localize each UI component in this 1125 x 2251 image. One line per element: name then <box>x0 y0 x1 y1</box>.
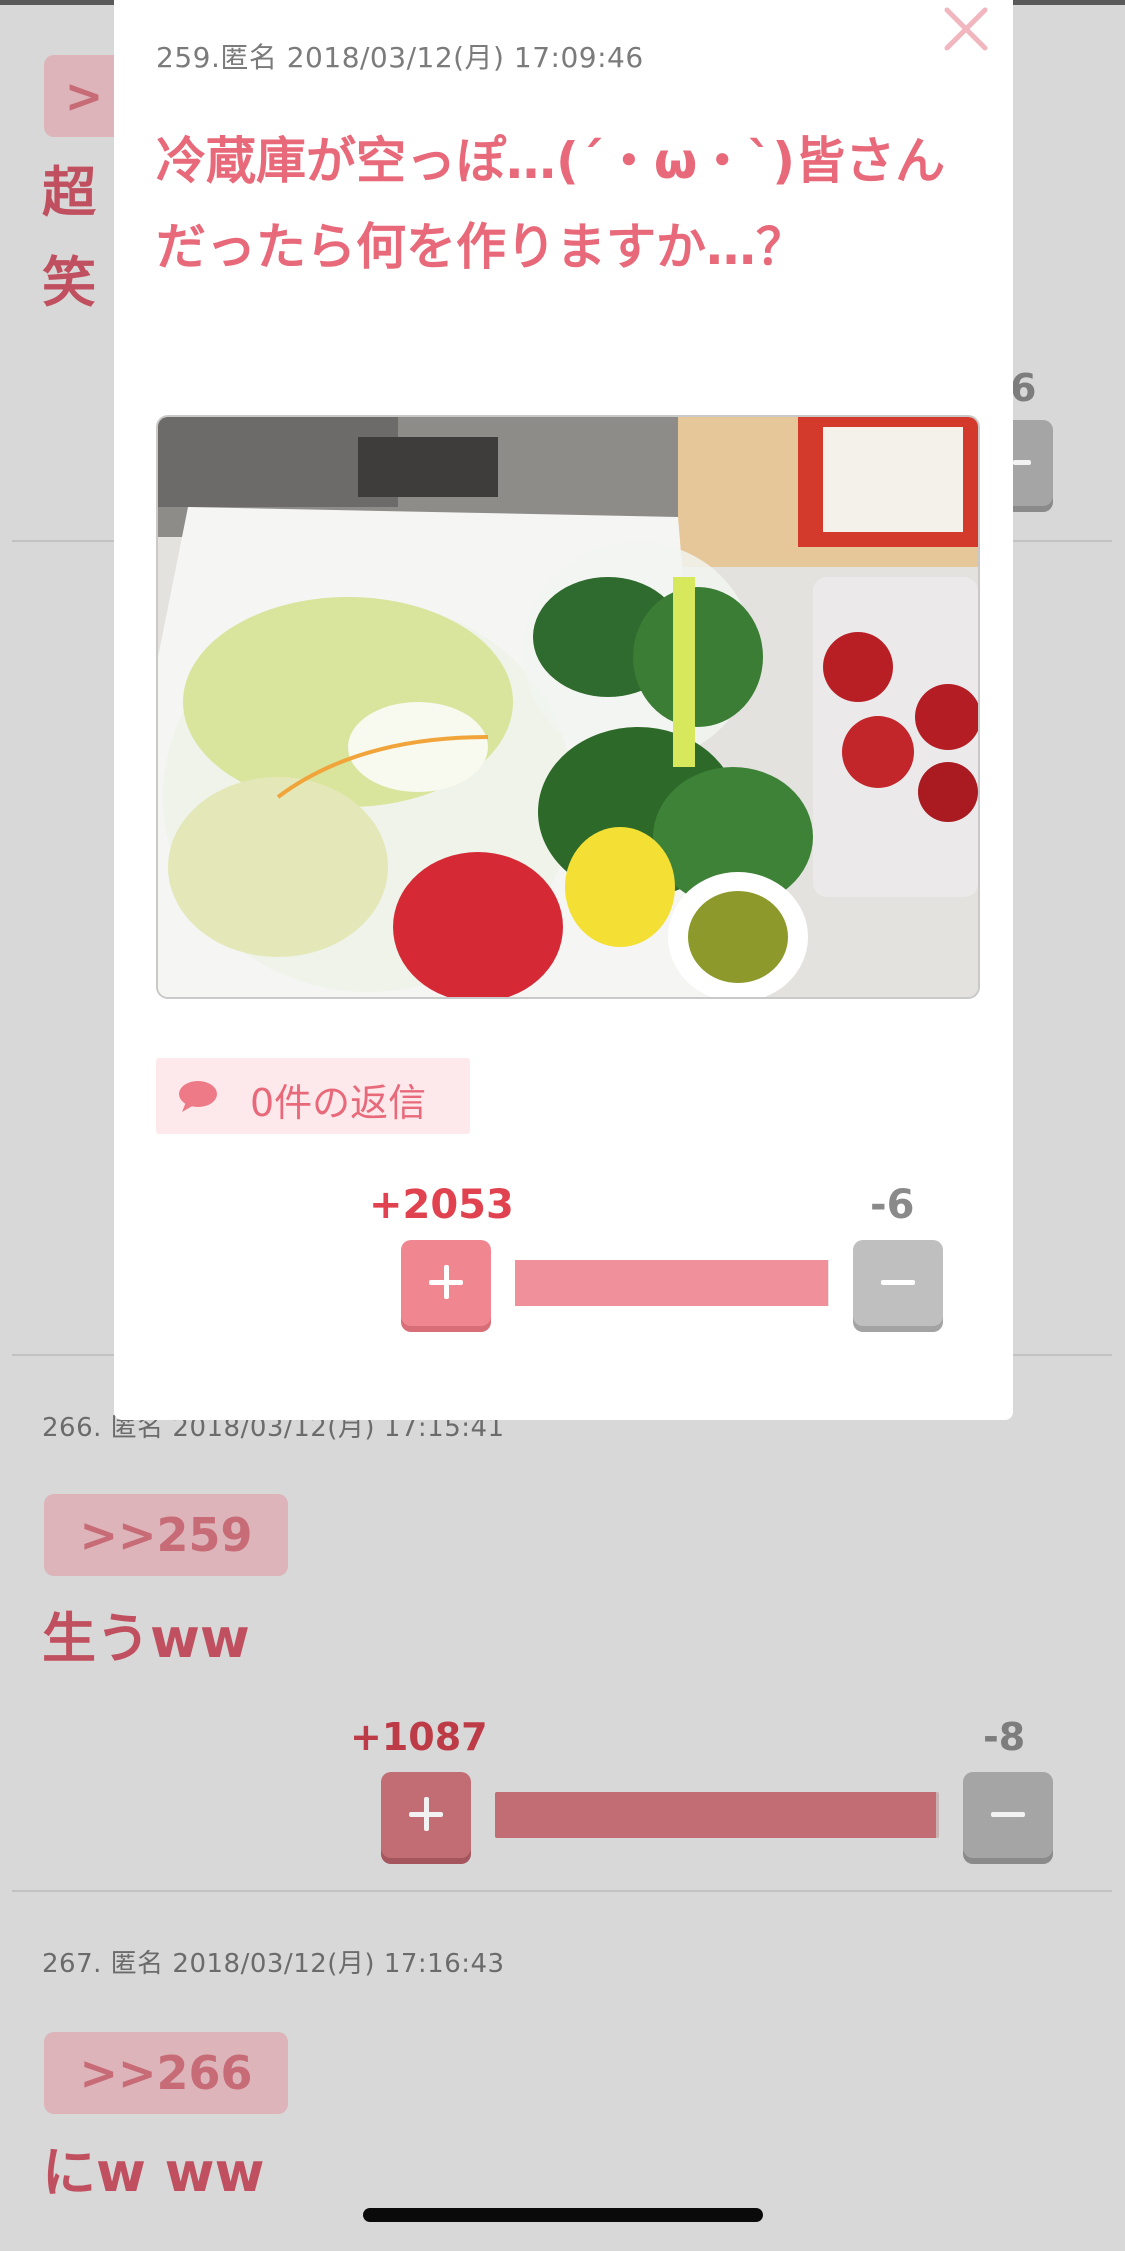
plus-vote-button[interactable] <box>381 1772 471 1858</box>
vote-ratio-fill <box>495 1792 936 1838</box>
minus-icon <box>1013 460 1031 465</box>
anchor-link[interactable]: >>259 <box>44 1494 288 1576</box>
minus-score: -6 <box>870 1182 915 1228</box>
plus-score: +1087 <box>350 1715 488 1759</box>
minus-vote-button[interactable] <box>1013 420 1053 506</box>
post-divider <box>12 1890 1112 1892</box>
minus-icon <box>991 1812 1025 1817</box>
post-title: 冷蔵庫が空っぽ…(´・ω・`)皆さんだったら何を作りますか…？ <box>156 132 946 276</box>
minus-score: 6 <box>1010 366 1037 410</box>
post-body: にw ww <box>42 2141 265 2204</box>
post-meta: 267. 匿名 2018/03/12(月) 17:16:43 <box>42 1949 505 1979</box>
plus-score: +2053 <box>369 1182 514 1228</box>
minus-vote-button[interactable] <box>963 1772 1053 1858</box>
post-meta: 259.匿名 2018/03/12(月) 17:09:46 <box>156 41 644 74</box>
reply-count-label: 0件の返信 <box>250 1081 427 1125</box>
vegetables-photo-icon <box>158 417 978 997</box>
speech-bubble-icon <box>179 1081 217 1112</box>
plus-vote-button[interactable] <box>401 1240 491 1326</box>
minus-icon <box>881 1280 915 1285</box>
post-modal: 259.匿名 2018/03/12(月) 17:09:46 冷蔵庫が空っぽ…(´… <box>114 0 1013 1420</box>
anchor-link[interactable]: > <box>44 55 124 137</box>
minus-vote-button[interactable] <box>853 1240 943 1326</box>
vote-ratio-bar <box>515 1260 829 1306</box>
reply-count-button[interactable]: 0件の返信 <box>156 1058 470 1134</box>
post-photo[interactable] <box>156 415 980 999</box>
post-body: 生うww <box>42 1607 250 1670</box>
close-icon[interactable] <box>941 4 991 54</box>
anchor-link[interactable]: >>266 <box>44 2032 288 2114</box>
post-body-line: 超 <box>42 161 96 224</box>
post-body-line: 笑 <box>42 251 96 314</box>
vote-ratio-fill <box>515 1260 829 1306</box>
vote-ratio-bar <box>495 1792 939 1838</box>
home-indicator[interactable] <box>363 2208 763 2222</box>
minus-score: -8 <box>983 1715 1026 1759</box>
